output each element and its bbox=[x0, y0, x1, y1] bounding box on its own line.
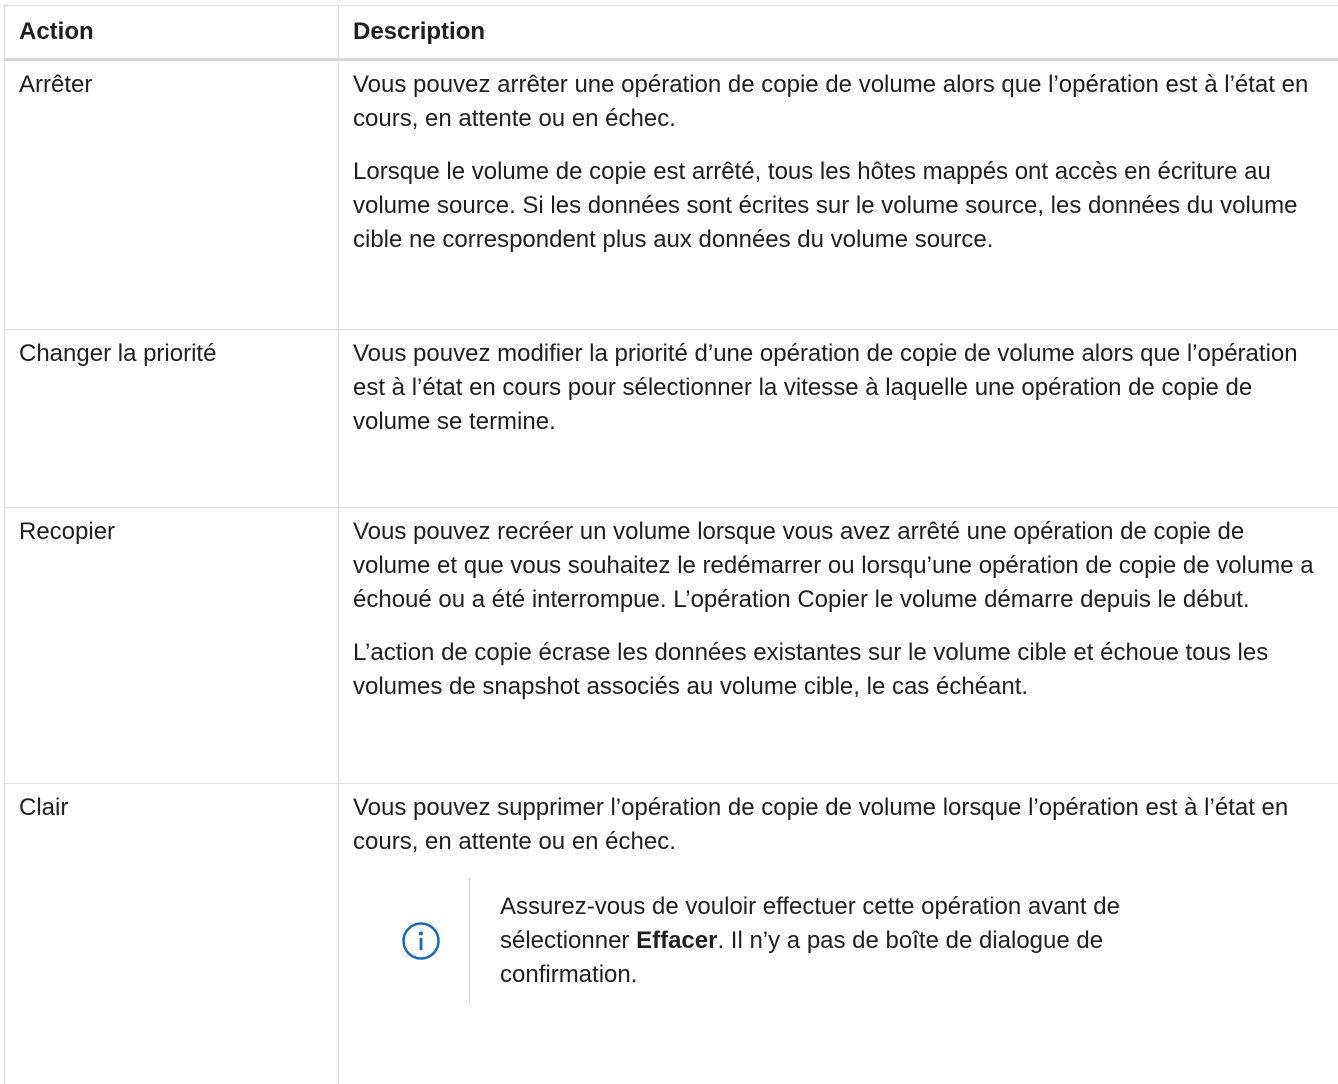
header-action: Action bbox=[5, 6, 339, 60]
description-paragraph: Vous pouvez modifier la priorité d’une o… bbox=[353, 337, 1325, 439]
actions-table: Action Description Arrêter Vous pouvez a… bbox=[4, 5, 1338, 1084]
action-cell: Changer la priorité bbox=[5, 330, 339, 508]
table-row: Clair Vous pouvez supprimer l’opération … bbox=[5, 784, 1338, 1084]
description-paragraph: Vous pouvez recréer un volume lorsque vo… bbox=[353, 515, 1325, 617]
info-note: Assurez-vous de vouloir effectuer cette … bbox=[373, 878, 1325, 1004]
description-paragraph: Lorsque le volume de copie est arrêté, t… bbox=[353, 155, 1325, 257]
table-header-row: Action Description bbox=[5, 6, 1338, 60]
description-paragraph: Vous pouvez arrêter une opération de cop… bbox=[353, 68, 1325, 136]
table-row: Recopier Vous pouvez recréer un volume l… bbox=[5, 508, 1338, 784]
note-text: Assurez-vous de vouloir effectuer cette … bbox=[500, 890, 1220, 992]
info-icon-wrap bbox=[373, 878, 469, 1004]
description-cell: Vous pouvez modifier la priorité d’une o… bbox=[339, 330, 1338, 508]
action-cell: Arrêter bbox=[5, 60, 339, 330]
action-cell: Recopier bbox=[5, 508, 339, 784]
action-cell: Clair bbox=[5, 784, 339, 1084]
header-description: Description bbox=[339, 6, 1338, 60]
table-row: Arrêter Vous pouvez arrêter une opératio… bbox=[5, 60, 1338, 330]
info-icon bbox=[401, 921, 441, 961]
note-divider bbox=[469, 878, 470, 1004]
table-row: Changer la priorité Vous pouvez modifier… bbox=[5, 330, 1338, 508]
description-paragraph: L’action de copie écrase les données exi… bbox=[353, 636, 1325, 704]
description-cell: Vous pouvez arrêter une opération de cop… bbox=[339, 60, 1338, 330]
description-cell: Vous pouvez supprimer l’opération de cop… bbox=[339, 784, 1338, 1084]
description-cell: Vous pouvez recréer un volume lorsque vo… bbox=[339, 508, 1338, 784]
description-paragraph: Vous pouvez supprimer l’opération de cop… bbox=[353, 791, 1325, 859]
note-text-bold: Effacer bbox=[636, 927, 717, 954]
